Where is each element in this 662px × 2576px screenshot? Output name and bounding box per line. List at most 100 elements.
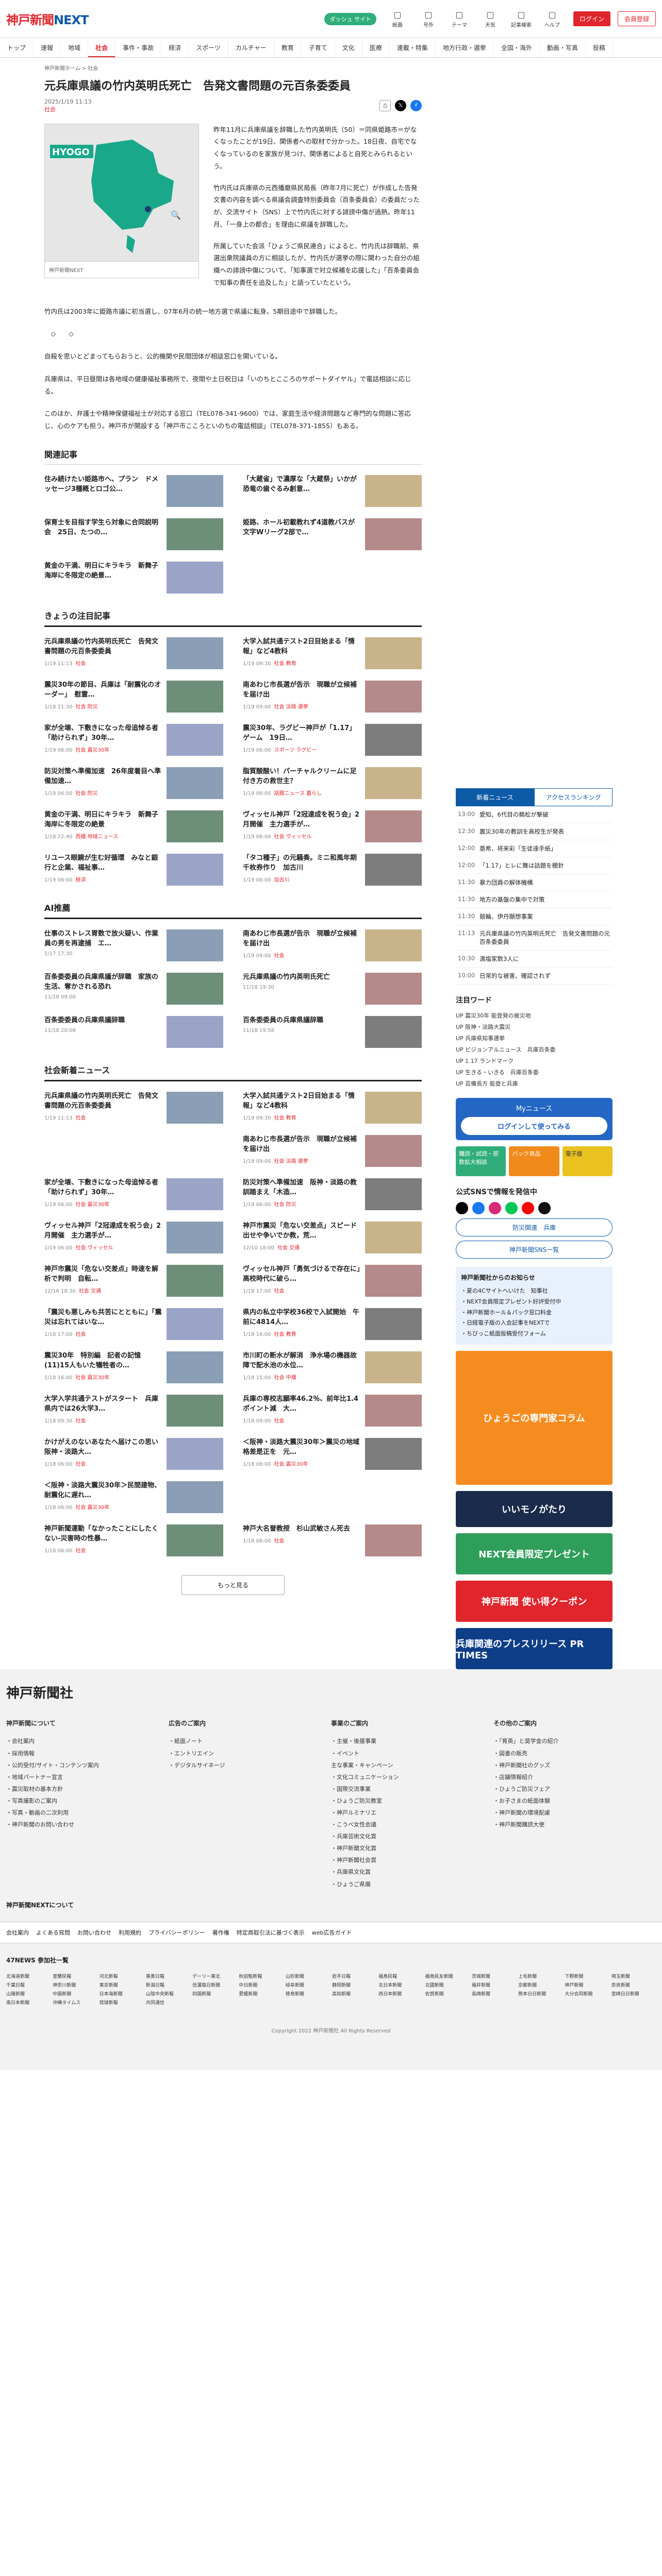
nav-item[interactable]: 動画・写真 [540, 38, 586, 57]
region-link[interactable]: 西日本新聞 [378, 1990, 423, 1997]
facebook-share-icon[interactable]: f [410, 100, 422, 112]
card-thumbnail[interactable] [167, 767, 223, 799]
ticker-item[interactable]: 12:00 「1.17」とレに舞は話題を棚針 [456, 857, 613, 874]
region-link[interactable]: 千葉日報 [6, 1981, 51, 1988]
footer-link[interactable]: ・お子さまの紙面体験 [493, 1795, 656, 1807]
region-link[interactable]: 徳島新聞 [286, 1990, 330, 1997]
card-title[interactable]: 市川町の断水が解消 浄水場の機器故障で配水池の水位… [243, 1351, 361, 1371]
footer-link[interactable]: ・震災取材の基本方針 [6, 1783, 169, 1795]
ticker-item[interactable]: 11:30 暴力団員の解体機構 [456, 874, 613, 891]
card-title[interactable]: ヴィッセル神戸「2冠達成を祝う会」2月開催 主力選手が… [243, 810, 361, 830]
footer-nav-link[interactable]: よくある質問 [36, 1928, 70, 1937]
region-link[interactable]: 大分合同新聞 [565, 1990, 609, 1997]
footer-link[interactable]: ・神戸新聞社のグッズ [493, 1759, 656, 1771]
card-category[interactable]: 社会 交通 [277, 1245, 300, 1251]
card-title[interactable]: 元兵庫県議の竹内英明氏死亡 告発文書問題の元百条委委員 [44, 637, 162, 657]
card-thumbnail[interactable] [365, 474, 422, 507]
hyogo-map-image[interactable]: HYOGO 🔍 [44, 123, 199, 262]
ticker-title[interactable]: 日常的な被害、確認されず [479, 972, 551, 980]
line-bosai-button[interactable]: 防災関連 兵庫 [456, 1218, 613, 1236]
footer-link[interactable]: ・ひょうご防災フェア [493, 1783, 656, 1795]
nav-item[interactable]: 医療 [362, 38, 390, 57]
service-box[interactable]: 購読・試読・部数拡大相談 [456, 1146, 506, 1176]
news-card[interactable]: 仕事のストレス胃数で放火疑い、作業員の男を再逮捕 エ… 1/17 17:30 [44, 929, 223, 961]
footer-link[interactable]: ・図書の販売 [493, 1748, 656, 1759]
keyword-item[interactable]: UP 1.17 ランドマーク [456, 1056, 613, 1067]
footer-link[interactable]: ・ひょうご防災教室 [331, 1795, 493, 1807]
region-link[interactable]: 沖縄タイムス [53, 1999, 97, 2006]
mynews-login-button[interactable]: ログインして使ってみる [461, 1117, 607, 1135]
news-card[interactable]: 大学入学共通テストがスタート 兵庫県内では26大学3… 1/18 09:30 社会 [44, 1394, 223, 1427]
card-thumbnail[interactable] [167, 561, 223, 594]
footer-nav-link[interactable]: プライバシーポリシー [148, 1928, 205, 1937]
card-title[interactable]: 震災30年、ラグビー神戸が「1.17」ゲーム 19日… [243, 724, 361, 743]
tab-ranking[interactable]: アクセスランキング [534, 788, 613, 806]
region-link[interactable]: 福島民友新聞 [425, 1973, 470, 1979]
instagram-icon[interactable] [489, 1202, 501, 1214]
card-thumbnail[interactable] [167, 810, 223, 842]
news-card[interactable]: 姫路、ホール初載教れず4道教バスが文字Wリーグ2部で… [243, 518, 422, 550]
card-thumbnail[interactable] [167, 1308, 223, 1340]
nav-item[interactable]: 全国・海外 [494, 38, 540, 57]
header-icon-item[interactable]: ▢ 号外 [415, 10, 442, 28]
region-link[interactable]: 共同通信 [146, 1999, 190, 2006]
footer-link[interactable]: ・主催・後援事業 [331, 1735, 493, 1747]
news-card[interactable]: 元兵庫県議の竹内英明氏死亡 告発文書問題の元百条委委員 1/19 11:13 社会 [44, 1091, 223, 1124]
ticker-item[interactable]: 10:30 満塩家数3人に [456, 951, 613, 968]
news-card[interactable]: 「タコ種子」の元騒奏。ミニ和風年期千枚券作り 加古川 1/19 06:00 加古川 [243, 853, 422, 886]
region-link[interactable]: 愛媛新聞 [239, 1990, 283, 1997]
footer-link[interactable]: ・写真撮影のご案内 [6, 1795, 169, 1807]
card-title[interactable]: 兵庫の専校志願率46.2％、前年比1.4ポイント減 大… [243, 1395, 361, 1414]
ad-column[interactable]: ひょうごの専門家コラム [456, 1351, 613, 1485]
tab-new-news[interactable]: 新着ニュース [456, 788, 534, 806]
news-card[interactable]: 元兵庫県議の竹内英明氏死亡 11/18 19:30 [243, 972, 422, 1005]
ad-banner[interactable]: 兵庫関連のプレスリリース PR TIMES [456, 1628, 613, 1670]
card-title[interactable]: 神戸市震災「危ない交差点」時速を解析で判明 自転… [44, 1265, 162, 1284]
card-category[interactable]: 社会 ヴィッセル [274, 834, 311, 840]
footer-link[interactable]: ・会社案内 [6, 1735, 169, 1747]
footer-link[interactable]: ・写真・動画の二次利用 [6, 1807, 169, 1819]
nav-item[interactable]: 投稿 [586, 38, 613, 57]
nav-item[interactable]: 地域 [61, 38, 89, 57]
card-thumbnail[interactable] [365, 723, 422, 756]
news-card[interactable]: 震災30年、ラグビー神戸が「1.17」ゲーム 19日… 1/19 06:00 スポー… [243, 723, 422, 756]
card-category[interactable]: 社会 防災 [75, 704, 97, 710]
keyword-item[interactable]: UP 阪神・淡路大震災 [456, 1022, 613, 1033]
sns-list-button[interactable]: 神戸新聞SNS一覧 [456, 1241, 613, 1259]
news-card[interactable]: 百条委委員の兵庫県議が辞職 家族の生活、奪かされる恐れ 11/18 09:00 [44, 972, 223, 1005]
nav-item[interactable]: カルチャー [228, 38, 274, 57]
card-title[interactable]: 震災30年の節目、兵庫は「耐震化のオーダー」 慰霊… [44, 681, 162, 700]
ticker-title[interactable]: 元兵庫県議の竹内英明氏死亡 告発文書問題の元百条委委員 [479, 929, 610, 946]
footer-link[interactable]: ・エントリエイン [169, 1748, 331, 1759]
card-title[interactable]: 「震災も悪しみも共苦にとともに」「震災は忘れてはいな… [44, 1308, 162, 1328]
card-category[interactable]: 社会 [274, 1538, 284, 1544]
region-link[interactable]: 秋田魁新報 [239, 1973, 283, 1979]
card-thumbnail[interactable] [365, 1437, 422, 1470]
news-card[interactable]: 震災30年 特別編 記者の記憶(11)15人もいた犠牲者の… 1/18 16:00… [44, 1351, 223, 1383]
region-link[interactable]: 中日新聞 [239, 1981, 283, 1988]
nav-item[interactable]: 経済 [161, 38, 189, 57]
more-button[interactable]: もっと見る [181, 1574, 285, 1595]
x-icon[interactable] [456, 1202, 468, 1214]
card-title[interactable]: 「大蔵省」で濃厚な「大蔵祭」いかが 恐竜の歯ぐるみ創意… [243, 475, 361, 495]
region-link[interactable]: 山陰中央新報 [146, 1990, 190, 1997]
card-category[interactable]: 社会 [274, 1418, 284, 1424]
card-category[interactable]: 社会 [274, 953, 284, 959]
card-title[interactable]: 仕事のストレス胃数で放火疑い、作業員の男を再逮捕 エ… [44, 929, 162, 949]
ticker-item[interactable]: 11:13 元兵庫県議の竹内英明氏死亡 告発文書問題の元百条委委員 [456, 925, 613, 951]
footer-link[interactable]: ・採用情報 [6, 1748, 169, 1759]
ticker-title[interactable]: 暴力団員の解体機構 [479, 878, 533, 887]
card-category[interactable]: 社会 交通 [79, 1289, 101, 1294]
news-card[interactable]: ヴィッセル神戸「勇気づけるで存在に」 高校時代に破ら… 1/18 17:00 社会 [243, 1264, 422, 1297]
card-thumbnail[interactable] [365, 1264, 422, 1297]
card-thumbnail[interactable] [167, 1524, 223, 1556]
footer-link[interactable]: ・兵庫県文化賞 [331, 1866, 493, 1878]
notice-item[interactable]: ・夏の4Cサイトへいけた 知事社 [461, 1286, 607, 1297]
ticker-title[interactable]: 震災30年の教訓を高校生が発表 [479, 827, 564, 836]
footer-nav-link[interactable]: 利用規約 [119, 1928, 141, 1937]
card-title[interactable]: 南あわじ市長選が告示 現職が立候補を届け出 [243, 681, 361, 700]
region-link[interactable]: 岩手日報 [332, 1973, 376, 1979]
card-title[interactable]: 南あわじ市長選が告示 現職が立候補を届け出 [243, 1135, 361, 1155]
news-card[interactable]: ヴィッセル神戸「2冠達成を祝う会」2月開催 主力選手が… 1/19 06:00 社会… [243, 810, 422, 842]
header-icon-item[interactable]: ▢ 紙面 [384, 10, 411, 28]
